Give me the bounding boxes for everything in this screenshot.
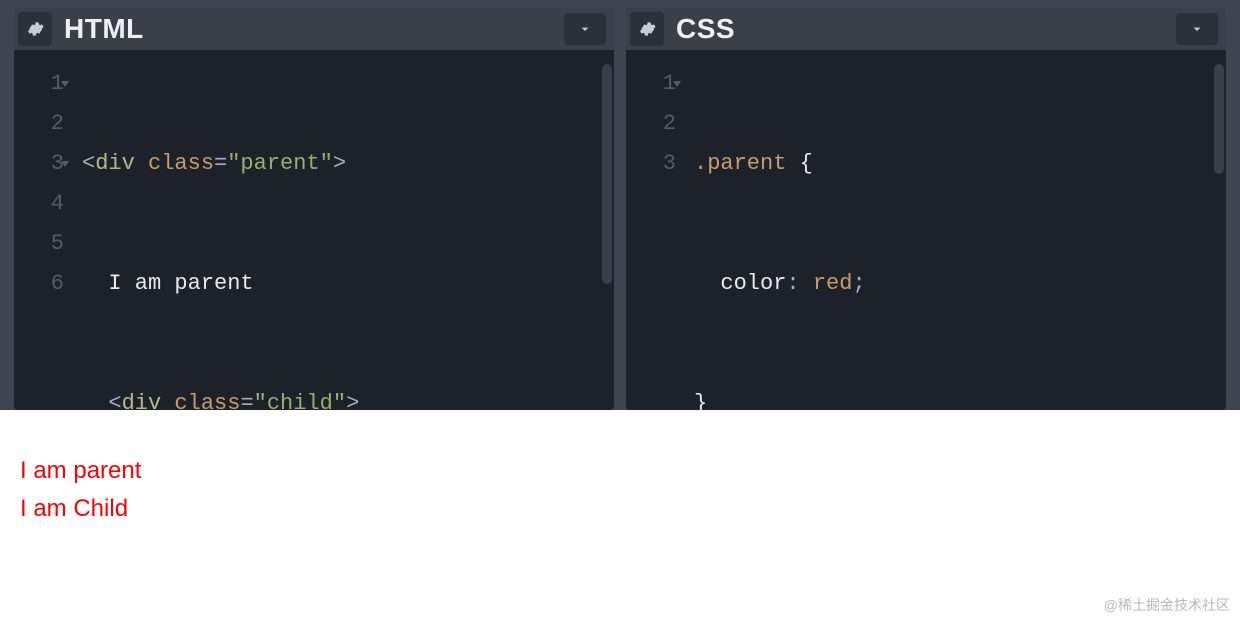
html-gutter: 1 2 3 4 5 6 <box>14 50 74 410</box>
css-code[interactable]: .parent { color: red; } <box>686 50 866 410</box>
gear-icon[interactable] <box>630 12 664 46</box>
line-number: 2 <box>626 104 676 144</box>
html-editor[interactable]: 1 2 3 4 5 6 <div class="parent"> I am pa… <box>14 50 614 410</box>
line-number: 3 <box>14 144 64 184</box>
scrollbar[interactable] <box>602 64 612 284</box>
output-line: I am Child <box>20 490 1220 528</box>
css-panel-header: CSS <box>626 8 1226 50</box>
css-panel: CSS 1 2 3 .parent { color: red; } <box>626 8 1226 410</box>
chevron-down-icon[interactable] <box>564 13 606 45</box>
panel-title-html: HTML <box>64 13 144 45</box>
css-gutter: 1 2 3 <box>626 50 686 410</box>
scrollbar[interactable] <box>1214 64 1224 174</box>
gear-icon[interactable] <box>18 12 52 46</box>
line-number: 1 <box>626 64 676 104</box>
line-number: 3 <box>626 144 676 184</box>
line-number: 2 <box>14 104 64 144</box>
line-number: 5 <box>14 224 64 264</box>
css-editor[interactable]: 1 2 3 .parent { color: red; } <box>626 50 1226 410</box>
html-panel: HTML 1 2 3 4 5 6 <div class="parent"> I … <box>14 8 614 410</box>
html-code[interactable]: <div class="parent"> I am parent <div cl… <box>74 50 359 410</box>
panel-title-css: CSS <box>676 13 735 45</box>
line-number: 6 <box>14 264 64 304</box>
output-line: I am parent <box>20 452 1220 490</box>
output-preview: I am parent I am Child <box>0 410 1240 621</box>
line-number: 4 <box>14 184 64 224</box>
watermark: @稀土掘金技术社区 <box>1104 595 1230 615</box>
line-number: 1 <box>14 64 64 104</box>
html-panel-header: HTML <box>14 8 614 50</box>
chevron-down-icon[interactable] <box>1176 13 1218 45</box>
